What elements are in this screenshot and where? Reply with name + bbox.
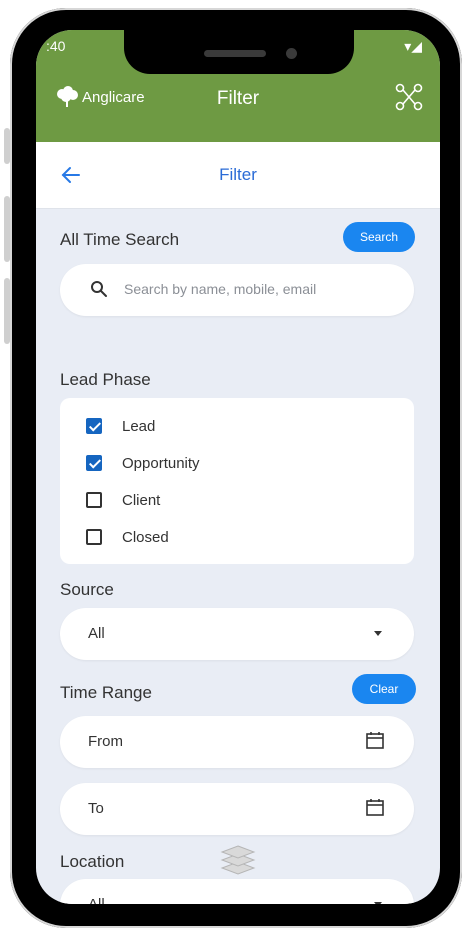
checkbox-label: Closed xyxy=(122,528,169,546)
page-title: Filter xyxy=(219,165,257,184)
all-time-search-label: All Time Search xyxy=(60,230,180,249)
volume-down-button xyxy=(4,278,10,344)
filter-form: All Time Search Search Search by name, m… xyxy=(36,208,440,904)
checkbox-opportunity[interactable]: Opportunity xyxy=(86,451,200,475)
mute-switch xyxy=(4,128,10,164)
screen: :40 ▾◢ Anglicare Filter Filter All Time … xyxy=(36,30,440,904)
from-label: From xyxy=(88,733,123,750)
source-label: Source xyxy=(60,580,114,599)
to-date-field[interactable]: To xyxy=(60,783,414,835)
calendar-icon[interactable] xyxy=(366,798,384,816)
filter-header: Filter xyxy=(36,142,440,209)
app-bar: :40 ▾◢ Anglicare Filter xyxy=(36,30,440,142)
from-date-field[interactable]: From xyxy=(60,716,414,768)
checkbox-label: Opportunity xyxy=(122,454,200,472)
layers-icon[interactable] xyxy=(220,840,256,876)
share-icon[interactable] xyxy=(394,82,424,112)
source-value: All xyxy=(88,625,105,642)
checkbox-checked-icon[interactable] xyxy=(86,455,102,471)
checkbox-unchecked-icon[interactable] xyxy=(86,492,102,508)
checkbox-label: Lead xyxy=(122,417,156,435)
volume-up-button xyxy=(4,196,10,262)
search-placeholder: Search by name, mobile, email xyxy=(124,281,317,297)
location-value: All xyxy=(88,896,105,904)
status-icons: ▾◢ xyxy=(404,38,422,54)
source-dropdown[interactable]: All xyxy=(60,608,414,660)
time-range-label: Time Range xyxy=(60,683,152,702)
home-indicator[interactable] xyxy=(186,894,290,898)
status-bar: :40 ▾◢ xyxy=(36,30,440,70)
search-button[interactable]: Search xyxy=(343,222,415,252)
checkbox-client[interactable]: Client xyxy=(86,488,160,512)
status-time: :40 xyxy=(46,38,66,54)
checkbox-label: Client xyxy=(122,491,161,509)
checkbox-lead[interactable]: Lead xyxy=(86,414,155,438)
clear-button[interactable]: Clear xyxy=(352,674,416,704)
checkbox-closed[interactable]: Closed xyxy=(86,525,169,549)
search-icon xyxy=(91,281,107,297)
lead-phase-card: Lead Opportunity Client Closed xyxy=(60,398,414,564)
checkbox-checked-icon[interactable] xyxy=(86,418,102,434)
to-label: To xyxy=(88,800,104,817)
dropdown-caret-icon xyxy=(374,902,382,904)
location-label: Location xyxy=(60,852,125,871)
lead-phase-label: Lead Phase xyxy=(60,370,151,389)
location-dropdown[interactable]: All xyxy=(60,879,414,904)
checkbox-unchecked-icon[interactable] xyxy=(86,529,102,545)
app-bar-title: Filter xyxy=(216,88,260,109)
search-input[interactable]: Search by name, mobile, email xyxy=(60,264,414,316)
calendar-icon[interactable] xyxy=(366,731,384,749)
dropdown-caret-icon xyxy=(374,631,382,636)
